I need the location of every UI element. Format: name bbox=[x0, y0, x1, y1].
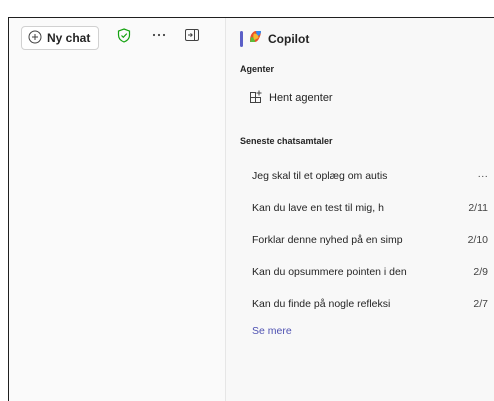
agents-section-label: Agenter bbox=[240, 64, 275, 74]
chat-item-title: Forklar denne nyhed på en simp bbox=[252, 234, 403, 246]
copilot-logo-icon bbox=[248, 29, 263, 49]
recent-chats-list: Jeg skal til et oplæg om autis ··· Kan d… bbox=[240, 160, 494, 320]
left-pane: Ny chat bbox=[9, 18, 226, 401]
copilot-title: Copilot bbox=[268, 32, 310, 46]
new-chat-button[interactable]: Ny chat bbox=[21, 26, 100, 50]
shield-check-icon[interactable] bbox=[115, 26, 133, 44]
chat-item-title: Jeg skal til et oplæg om autis bbox=[252, 170, 388, 182]
apps-add-icon bbox=[250, 90, 263, 106]
get-agents-label: Hent agenter bbox=[269, 92, 333, 104]
chat-item-date: 2/7 bbox=[473, 298, 488, 310]
toolbar: Ny chat bbox=[21, 25, 100, 51]
chat-item-more-icon[interactable]: ··· bbox=[478, 170, 489, 182]
chat-item[interactable]: Kan du finde på nogle refleksi 2/7 bbox=[240, 288, 494, 320]
chat-item-date: 2/10 bbox=[467, 234, 488, 246]
chat-item-date: 2/9 bbox=[473, 266, 488, 278]
app-frame: Ny chat Copilot Agenter Hent agenter Sen… bbox=[8, 17, 494, 401]
active-indicator bbox=[240, 31, 243, 47]
chat-item[interactable]: Kan du lave en test til mig, h 2/11 bbox=[240, 192, 494, 224]
chat-item-title: Kan du lave en test til mig, h bbox=[252, 202, 384, 214]
add-circle-icon bbox=[28, 30, 42, 47]
sidebar-collapse-icon[interactable] bbox=[183, 26, 201, 44]
copilot-header[interactable]: Copilot bbox=[240, 29, 309, 49]
chat-item-title: Kan du opsummere pointen i den bbox=[252, 266, 407, 278]
recent-chats-section-label: Seneste chatsamtaler bbox=[240, 136, 333, 146]
get-agents-button[interactable]: Hent agenter bbox=[250, 90, 333, 106]
more-icon[interactable] bbox=[150, 26, 168, 44]
copilot-pane: Copilot Agenter Hent agenter Seneste cha… bbox=[226, 18, 494, 401]
chat-item-date: 2/11 bbox=[468, 202, 488, 214]
chat-item[interactable]: Jeg skal til et oplæg om autis ··· bbox=[240, 160, 494, 192]
see-more-link[interactable]: Se mere bbox=[252, 325, 292, 337]
new-chat-label: Ny chat bbox=[47, 31, 91, 45]
chat-item[interactable]: Kan du opsummere pointen i den 2/9 bbox=[240, 256, 494, 288]
chat-item[interactable]: Forklar denne nyhed på en simp 2/10 bbox=[240, 224, 494, 256]
chat-item-title: Kan du finde på nogle refleksi bbox=[252, 298, 391, 310]
